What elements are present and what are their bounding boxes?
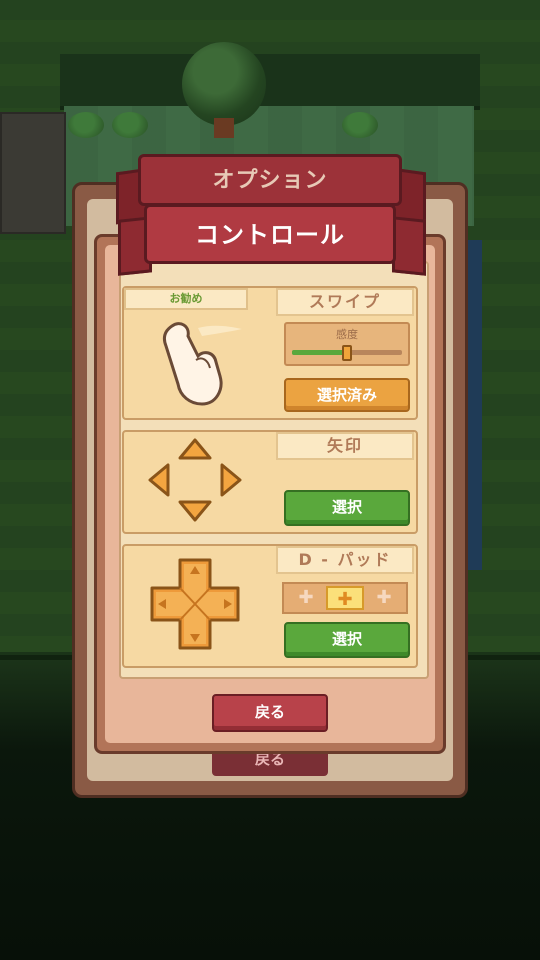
sensitivity-slider[interactable]: 感度 — [284, 322, 410, 366]
controls-title: コントロール — [144, 204, 396, 264]
dpad-size-medium[interactable]: ✚ — [326, 586, 364, 610]
hedge — [60, 54, 480, 110]
tree-trunk — [214, 118, 234, 138]
back-button[interactable]: 戻る — [212, 694, 328, 732]
slider-track[interactable] — [292, 345, 402, 361]
swipe-selected-button[interactable]: 選択済み — [284, 378, 410, 412]
arrows-select-button[interactable]: 選択 — [284, 490, 410, 526]
options-title: オプション — [138, 154, 402, 206]
dpad-size-options[interactable]: ✚ ✚ ✚ — [282, 582, 408, 614]
dpad-select-button[interactable]: 選択 — [284, 622, 410, 658]
arrows-label: 矢印 — [276, 432, 414, 460]
swipe-label: スワイプ — [276, 288, 414, 316]
tree — [182, 42, 266, 126]
arrow-keys-icon — [148, 438, 242, 522]
bush — [342, 112, 378, 138]
bush — [68, 112, 104, 138]
stone-bench — [0, 112, 66, 234]
dpad-label: D - パッド — [276, 546, 414, 574]
dpad-icon — [150, 558, 240, 650]
recommended-badge: お勧め — [124, 288, 248, 310]
sensitivity-label: 感度 — [336, 328, 358, 341]
ribbon-tail-right — [392, 216, 426, 276]
bush — [112, 112, 148, 138]
slider-fill — [292, 350, 347, 355]
swipe-hand-icon — [162, 322, 242, 406]
dpad-size-small[interactable]: ✚ — [287, 586, 325, 610]
slider-knob[interactable] — [342, 345, 352, 361]
dpad-size-large[interactable]: ✚ — [365, 586, 403, 610]
